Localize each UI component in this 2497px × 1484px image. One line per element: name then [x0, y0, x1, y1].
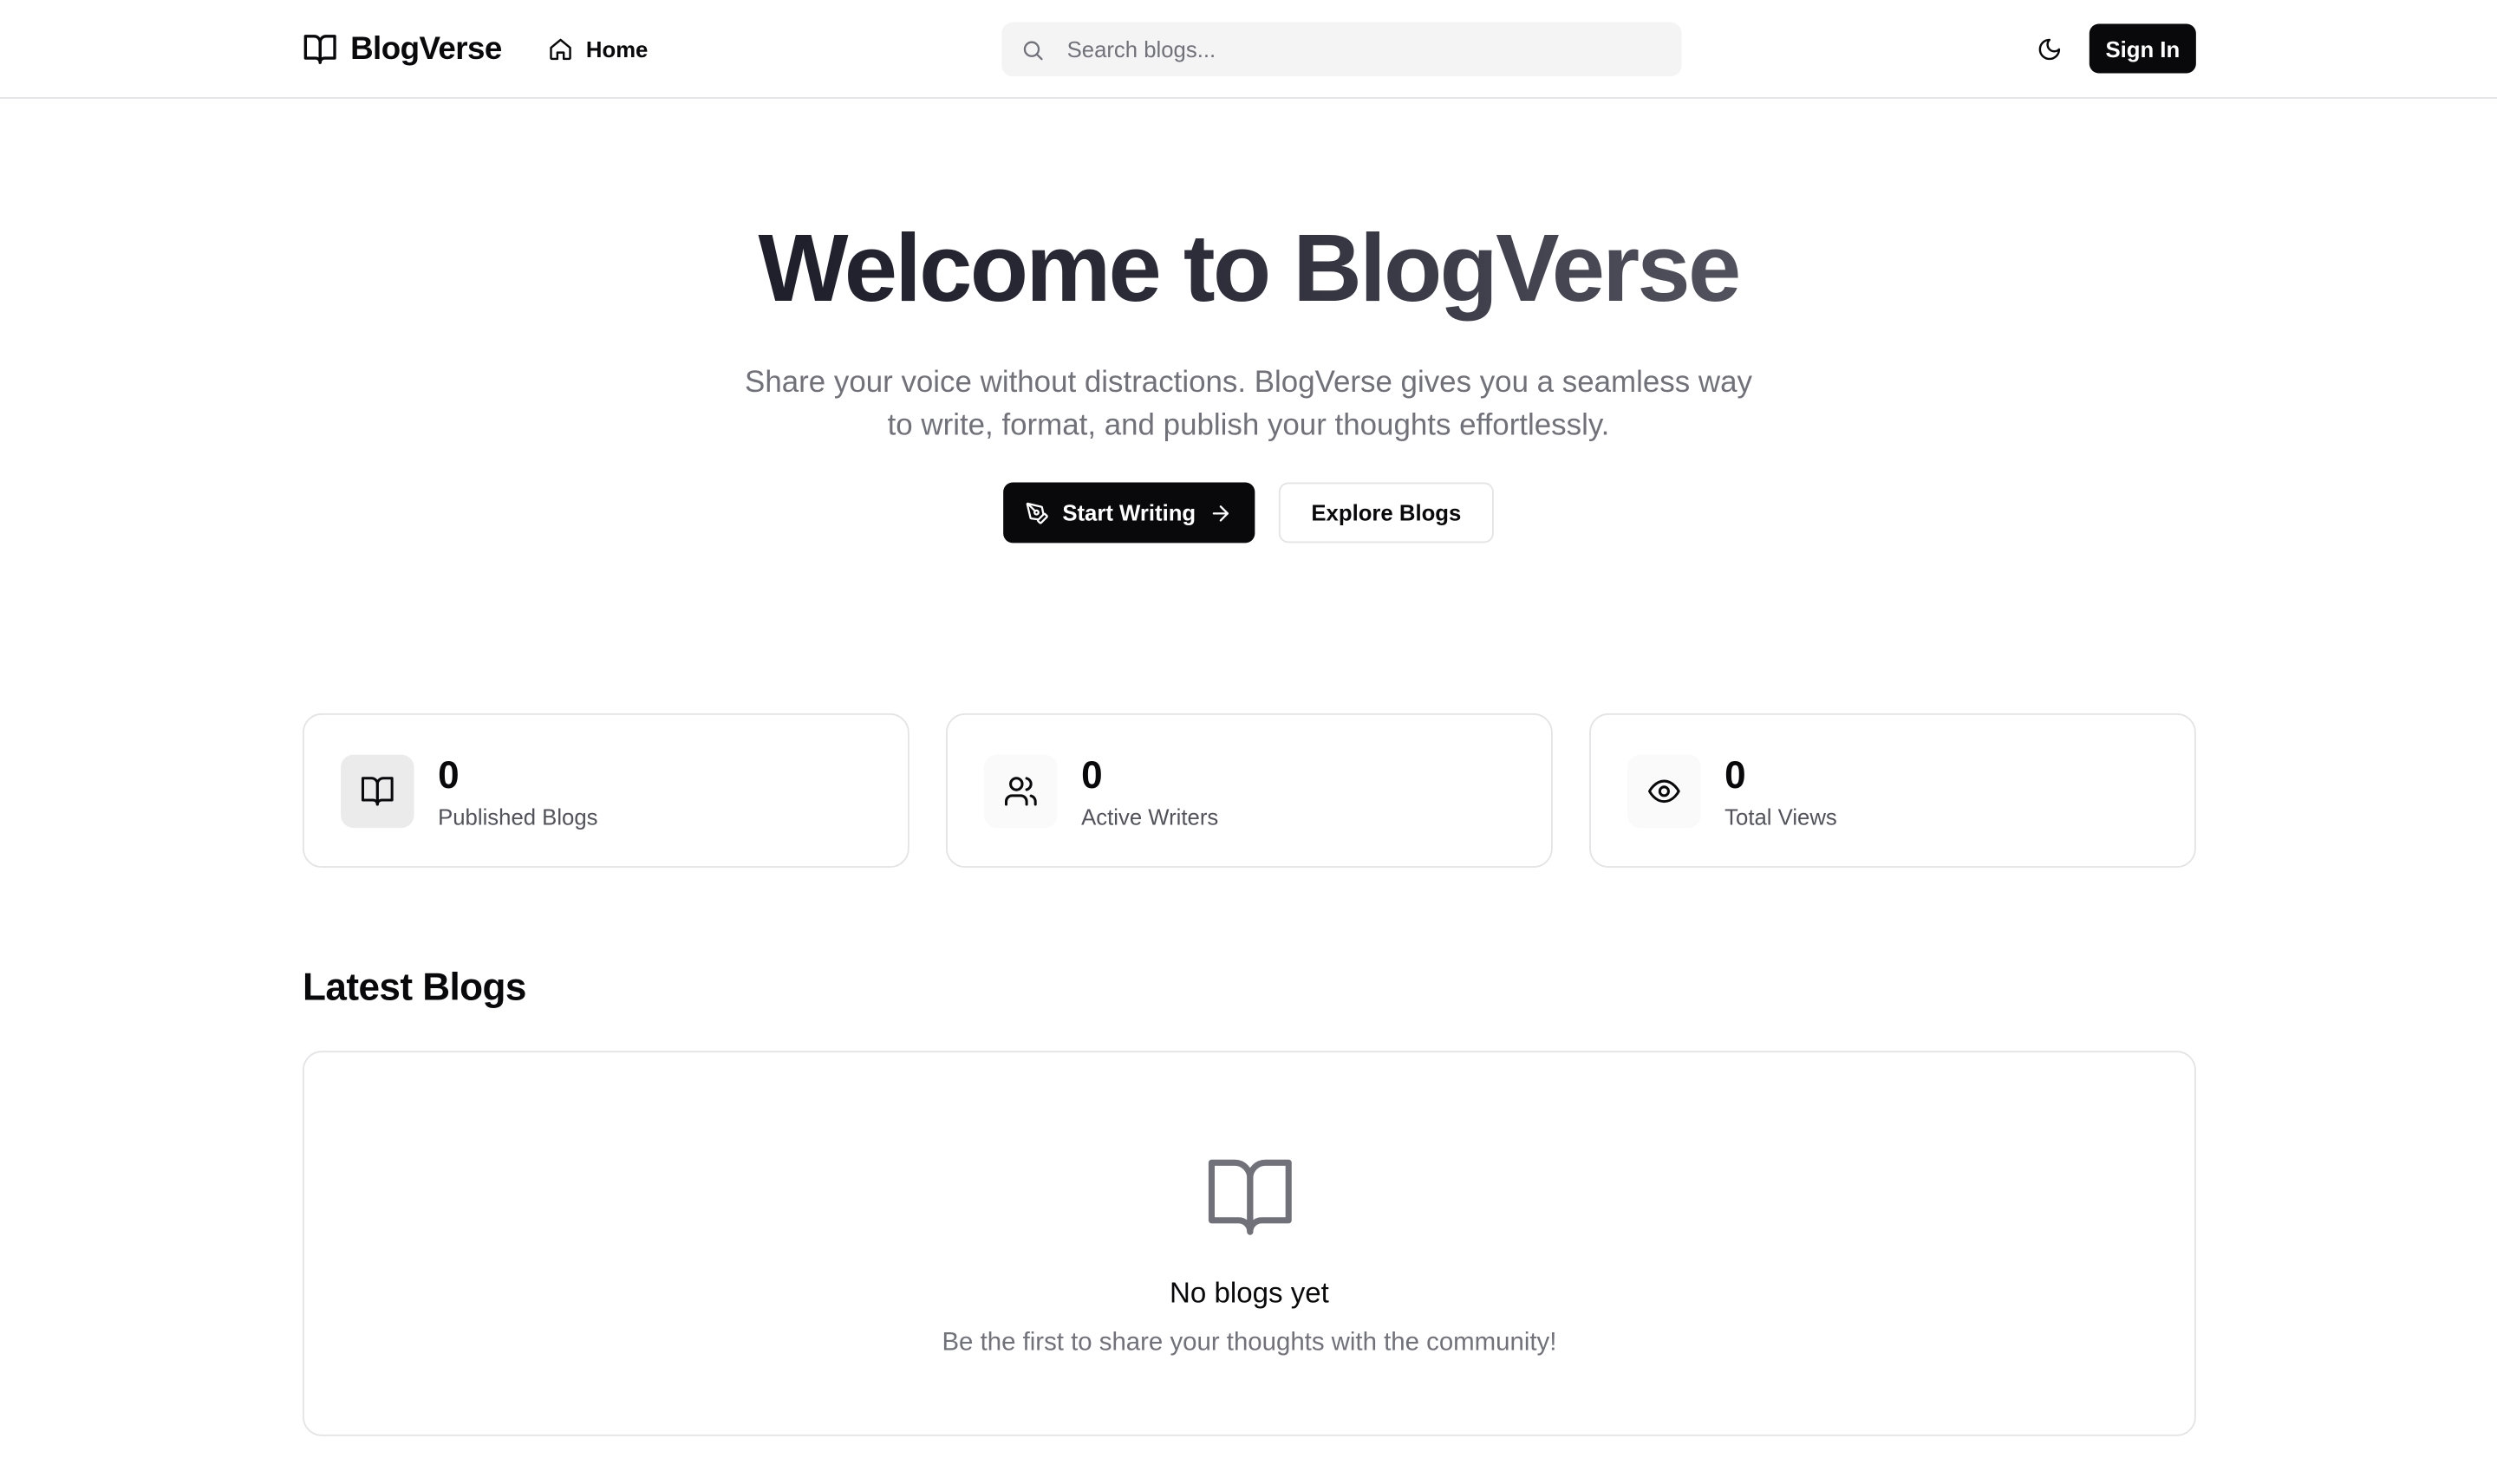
top-navbar: BlogVerse Home Sign In	[0, 0, 2497, 99]
pen-tool-icon	[1026, 501, 1048, 524]
search-icon	[1023, 40, 1043, 60]
explore-blogs-button[interactable]: Explore Blogs	[1278, 482, 1494, 543]
arrow-right-icon	[1212, 504, 1229, 521]
empty-state-text: Be the first to share your thoughts with…	[942, 1329, 1557, 1357]
stat-label: Total Views	[1724, 804, 1837, 830]
stat-label: Published Blogs	[438, 804, 598, 830]
book-open-icon	[303, 35, 336, 64]
empty-state-card: No blogs yet Be the first to share your …	[302, 1051, 2196, 1436]
search-bar[interactable]	[1001, 22, 1682, 77]
stat-card-active-writers: 0 Active Writers	[946, 713, 1553, 869]
search-input[interactable]	[1063, 35, 1638, 64]
moon-icon	[2038, 38, 2061, 61]
hero-title: Welcome to BlogVerse	[0, 213, 2497, 325]
stat-icon-container	[984, 754, 1058, 829]
stat-icon-container	[341, 754, 414, 829]
stat-icon-container	[1627, 754, 1701, 829]
hero-subtitle: Share your voice without distractions. B…	[745, 366, 1752, 442]
theme-toggle-button[interactable]	[2025, 25, 2073, 73]
start-writing-button[interactable]: Start Writing	[1003, 482, 1255, 543]
sign-in-button[interactable]: Sign In	[2089, 23, 2196, 74]
stat-value: 0	[1081, 754, 1103, 798]
brand-name: BlogVerse	[350, 30, 502, 67]
stat-card-published-blogs: 0 Published Blogs	[302, 713, 909, 869]
hero-title-text: Welcome to BlogVerse	[758, 214, 1741, 322]
eye-icon	[1648, 779, 1680, 804]
latest-blogs-heading: Latest Blogs	[302, 966, 526, 1010]
empty-state-title: No blogs yet	[1170, 1277, 1329, 1309]
stat-value: 0	[438, 754, 460, 798]
book-open-icon	[361, 777, 394, 806]
nav-home-label: Home	[585, 36, 649, 62]
brand-logo[interactable]: BlogVerse	[303, 30, 502, 68]
users-icon	[1004, 777, 1037, 806]
stat-card-total-views: 0 Total Views	[1589, 713, 2196, 869]
nav-home-link[interactable]: Home	[548, 32, 649, 67]
stat-value: 0	[1724, 754, 1746, 798]
book-open-icon	[1208, 1159, 1292, 1235]
start-writing-label: Start Writing	[1062, 499, 1196, 526]
page-root: BlogVerse Home Sign In Welcome to BlogVe…	[0, 0, 2497, 1484]
stat-label: Active Writers	[1081, 804, 1219, 830]
home-icon	[550, 38, 571, 61]
